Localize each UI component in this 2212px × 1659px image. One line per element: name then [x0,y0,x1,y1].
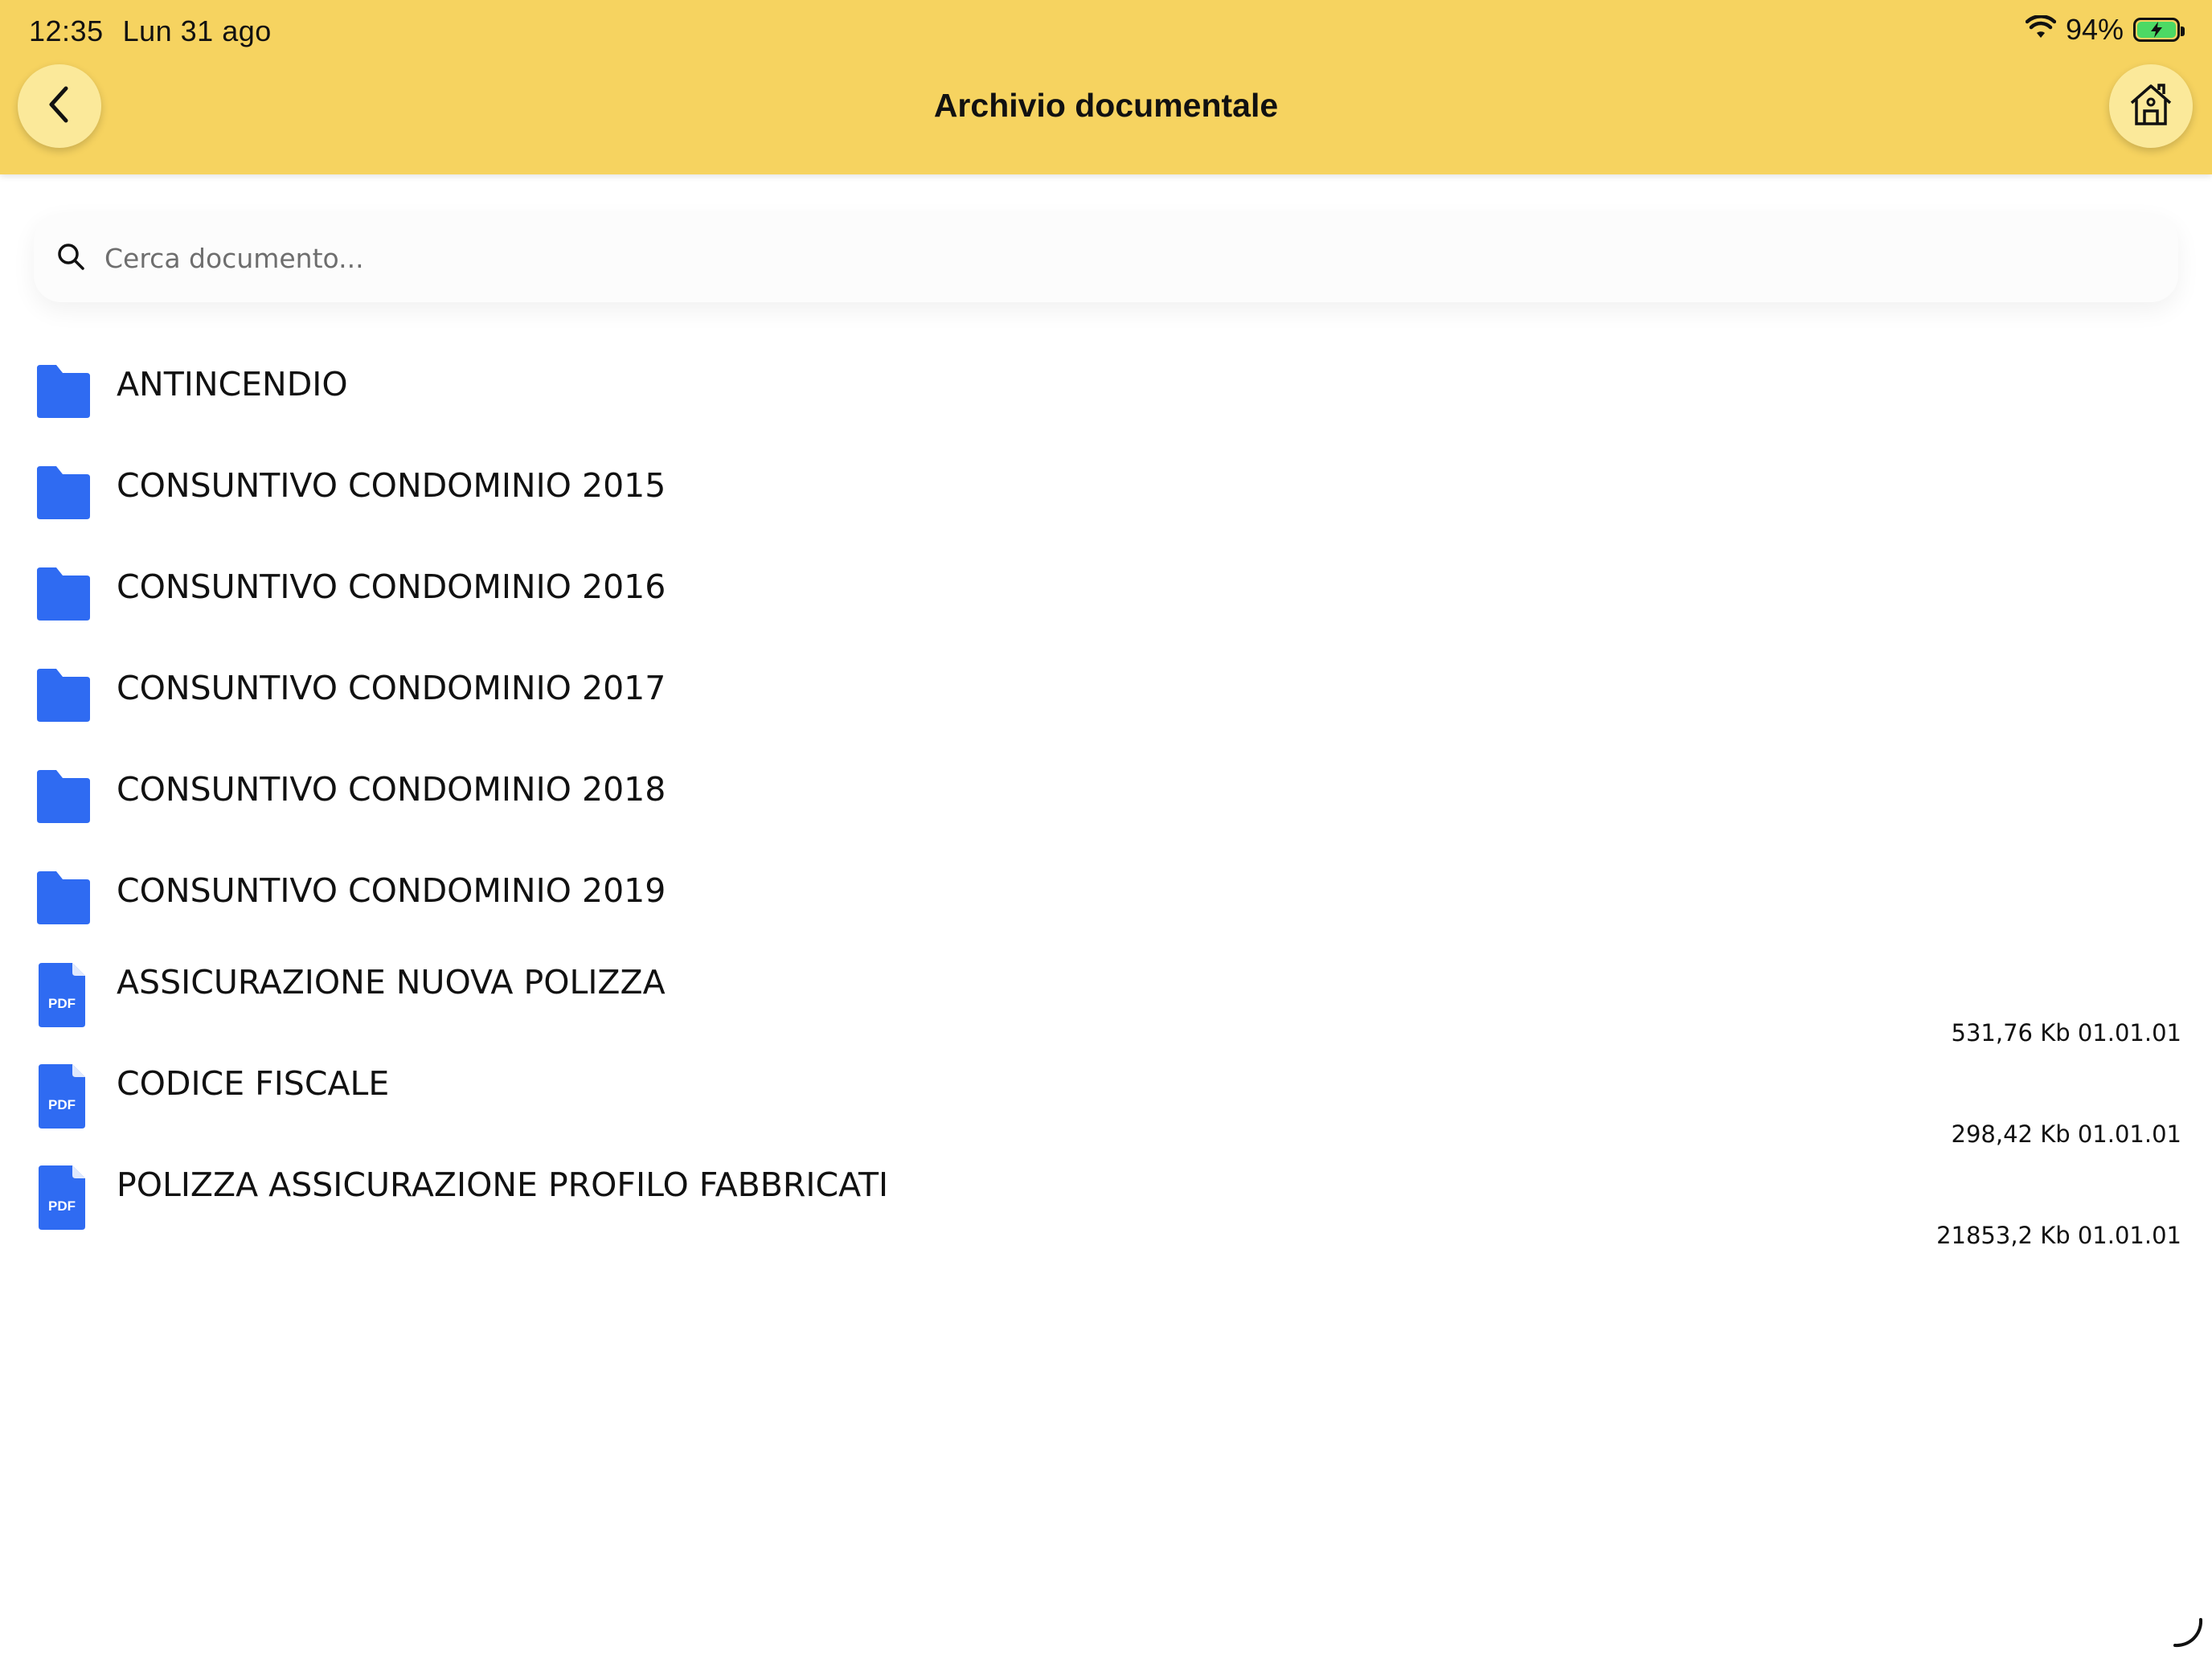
pdf-file-icon: PDF [39,963,85,1031]
pdf-file-icon: PDF [39,1064,85,1133]
folder-name: CONSUNTIVO CONDOMINIO 2016 [117,567,666,606]
search-bar[interactable] [34,214,2178,302]
folder-icon [35,667,92,727]
file-item[interactable]: PDF POLIZZA ASSICURAZIONE PROFILO FABBRI… [0,1148,2212,1249]
folder-name: CONSUNTIVO CONDOMINIO 2017 [117,669,666,707]
folder-name: CONSUNTIVO CONDOMINIO 2019 [117,871,666,910]
file-name: ASSICURAZIONE NUOVA POLIZZA [117,963,666,1002]
folder-icon [35,465,92,525]
svg-text:PDF: PDF [48,1198,76,1214]
folder-item[interactable]: CONSUNTIVO CONDOMINIO 2019 [0,844,2212,945]
svg-text:PDF: PDF [48,1097,76,1112]
loading-spinner-icon [2170,1615,2206,1654]
folder-icon [35,870,92,930]
folder-icon [35,566,92,626]
folder-item[interactable]: CONSUNTIVO CONDOMINIO 2015 [0,439,2212,540]
wifi-icon [2025,13,2057,47]
folder-item[interactable]: CONSUNTIVO CONDOMINIO 2018 [0,743,2212,844]
folder-item[interactable]: CONSUNTIVO CONDOMINIO 2016 [0,540,2212,641]
file-item[interactable]: PDF ASSICURAZIONE NUOVA POLIZZA 531,76 K… [0,945,2212,1047]
file-item[interactable]: PDF CODICE FISCALE 298,42 Kb 01.01.01 [0,1047,2212,1148]
folder-icon [35,768,92,829]
home-icon [2127,82,2175,131]
app-header: 12:35 Lun 31 ago 94% Archivio documental… [0,0,2212,174]
folder-name: CONSUNTIVO CONDOMINIO 2015 [117,466,666,505]
pdf-file-icon: PDF [39,1165,85,1234]
file-meta: 21853,2 Kb 01.01.01 [1936,1222,2181,1249]
battery-icon [2133,18,2185,42]
battery-percent: 94% [2065,13,2124,46]
document-list: ANTINCENDIO CONSUNTIVO CONDOMINIO 2015 C… [0,338,2212,1249]
folder-icon [35,363,92,424]
status-bar-right: 94% [2025,13,2185,47]
home-button[interactable] [2109,64,2193,148]
folder-name: ANTINCENDIO [117,365,348,403]
search-input[interactable] [104,242,2114,274]
file-meta: 298,42 Kb 01.01.01 [1951,1120,2181,1148]
folder-item[interactable]: CONSUNTIVO CONDOMINIO 2017 [0,641,2212,743]
folder-name: CONSUNTIVO CONDOMINIO 2018 [117,770,666,809]
search-icon [56,242,85,275]
status-date: Lun 31 ago [122,14,272,47]
folder-item[interactable]: ANTINCENDIO [0,338,2212,439]
status-bar-left: 12:35 Lun 31 ago [29,14,272,48]
status-time: 12:35 [29,14,104,47]
file-meta: 531,76 Kb 01.01.01 [1951,1019,2181,1047]
file-name: POLIZZA ASSICURAZIONE PROFILO FABBRICATI [117,1165,889,1204]
page-title: Archivio documentale [933,87,1279,124]
file-name: CODICE FISCALE [117,1064,390,1103]
svg-text:PDF: PDF [48,996,76,1011]
